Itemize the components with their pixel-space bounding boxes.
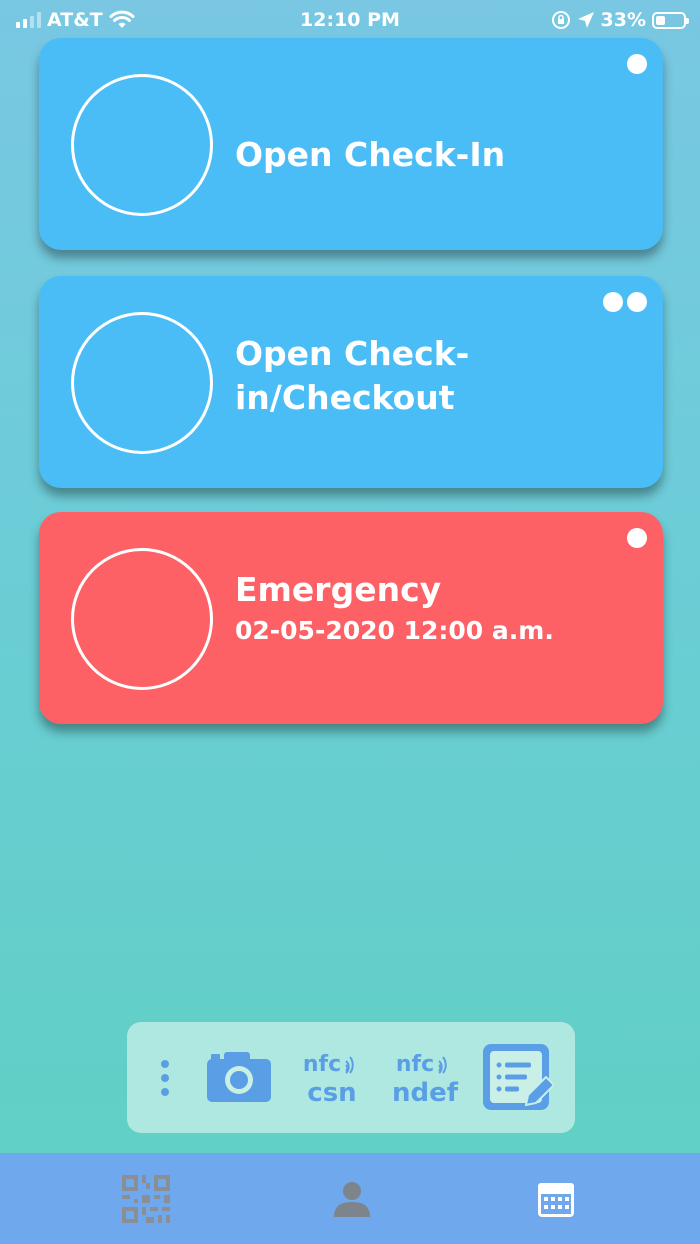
nfc-ndef-icon[interactable]: nfc ndef: [387, 1050, 463, 1108]
card-ring-icon: [71, 74, 213, 216]
tab-calendar[interactable]: [530, 1173, 582, 1225]
card-title: Open Check-in/Checkout: [235, 334, 470, 417]
edit-form-icon[interactable]: [479, 1040, 555, 1116]
card-title: Emergency: [235, 570, 442, 609]
more-vertical-icon[interactable]: [151, 1056, 179, 1100]
wifi-icon: [109, 10, 135, 28]
nfc-csn-icon[interactable]: nfc csn: [295, 1050, 369, 1108]
carrier-label: AT&T: [47, 9, 103, 31]
card-title: Open Check-In: [235, 135, 506, 174]
card-subtitle: 02-05-2020 12:00 a.m.: [235, 616, 554, 645]
card-ring-icon: [71, 312, 213, 454]
nfc-csn-bottom-label: csn: [307, 1078, 357, 1108]
card-emergency[interactable]: Emergency 02-05-2020 12:00 a.m.: [39, 512, 663, 724]
signal-icon: [16, 12, 41, 28]
card-dots: [627, 54, 647, 74]
card-open-check-in-checkout[interactable]: Open Check-in/Checkout: [39, 276, 663, 488]
status-right: 33%: [551, 9, 689, 31]
dot-icon: [603, 292, 623, 312]
bottom-tab-bar: [0, 1153, 700, 1244]
nfc-csn-top-label: nfc: [302, 1052, 342, 1077]
nfc-ndef-top-label: nfc: [395, 1052, 435, 1077]
scan-toolbar: nfc csn nfc ndef: [127, 1022, 575, 1133]
dot-icon: [627, 292, 647, 312]
tab-qr-code[interactable]: [120, 1173, 172, 1225]
status-bar: AT&T 12:10 PM 33%: [0, 0, 700, 40]
tab-user[interactable]: [326, 1173, 378, 1225]
calendar-icon: [538, 1183, 574, 1217]
qr-code-icon: [122, 1175, 170, 1223]
dot-icon: [627, 54, 647, 74]
status-left: AT&T: [16, 9, 135, 31]
nfc-waves-icon: [345, 1056, 354, 1074]
camera-icon[interactable]: [205, 1048, 273, 1104]
battery-percent: 33%: [600, 9, 646, 31]
battery-icon: [652, 11, 689, 29]
orientation-lock-icon: [551, 11, 570, 29]
user-icon: [334, 1182, 370, 1217]
card-open-check-in[interactable]: Open Check-In: [39, 38, 663, 250]
dot-icon: [627, 528, 647, 548]
card-dots: [627, 528, 647, 548]
battery-fill: [656, 15, 665, 25]
card-ring-icon: [71, 548, 213, 690]
nfc-ndef-bottom-label: ndef: [391, 1078, 459, 1108]
location-arrow-icon: [577, 12, 594, 28]
card-dots: [603, 292, 647, 312]
nfc-waves-icon: [438, 1056, 447, 1074]
